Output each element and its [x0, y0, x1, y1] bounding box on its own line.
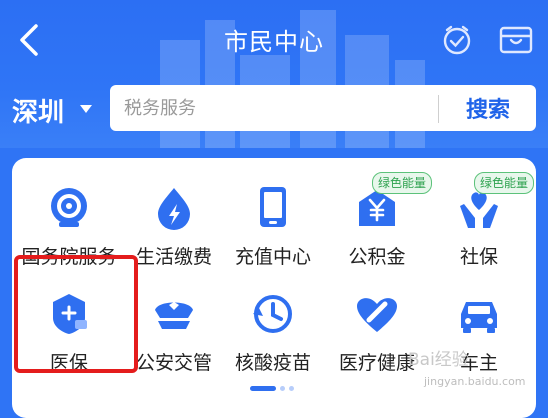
service-label: 社保 [459, 246, 498, 268]
green-energy-badge: 绿色能量 [474, 172, 535, 194]
watermark-url: jingyan.baidu.com [424, 375, 526, 388]
pager-dot [289, 386, 294, 391]
green-energy-badge: 绿色能量 [372, 172, 433, 194]
service-item-social-security[interactable]: 社保 [424, 186, 534, 286]
pager-dot [280, 386, 285, 391]
wallet-icon[interactable] [498, 24, 534, 56]
police-cap-icon [155, 302, 193, 329]
search-bar: 搜索 [110, 85, 536, 131]
clock-history-icon [253, 295, 292, 333]
service-item-housing-fund[interactable]: 公积金 [322, 186, 432, 286]
service-item-nucleic-vaccine[interactable]: 核酸疫苗 [218, 292, 328, 392]
city-selector[interactable]: 深圳 [12, 92, 64, 129]
header-bar: 市民中心 深圳 搜索 [0, 0, 548, 148]
stopwatch-check-icon[interactable] [440, 22, 474, 56]
page-indicator [250, 386, 310, 392]
phone-icon [260, 187, 286, 227]
state-council-globe-icon [51, 188, 87, 227]
highlight-box [14, 255, 138, 373]
search-button[interactable]: 搜索 [440, 85, 536, 131]
caret-down-icon[interactable] [79, 104, 93, 114]
search-divider [438, 95, 439, 123]
service-item-recharge[interactable]: 充值中心 [218, 186, 328, 286]
watermark: Bai经验 jingyan.baidu.com [402, 345, 542, 393]
watermark-logo-text: Bai经验 [408, 350, 469, 370]
heart-bandage-icon [357, 298, 397, 332]
car-icon [461, 302, 497, 333]
water-drop-bolt-icon [158, 188, 190, 230]
search-input[interactable] [124, 94, 424, 122]
pager-dot-active [250, 386, 276, 391]
